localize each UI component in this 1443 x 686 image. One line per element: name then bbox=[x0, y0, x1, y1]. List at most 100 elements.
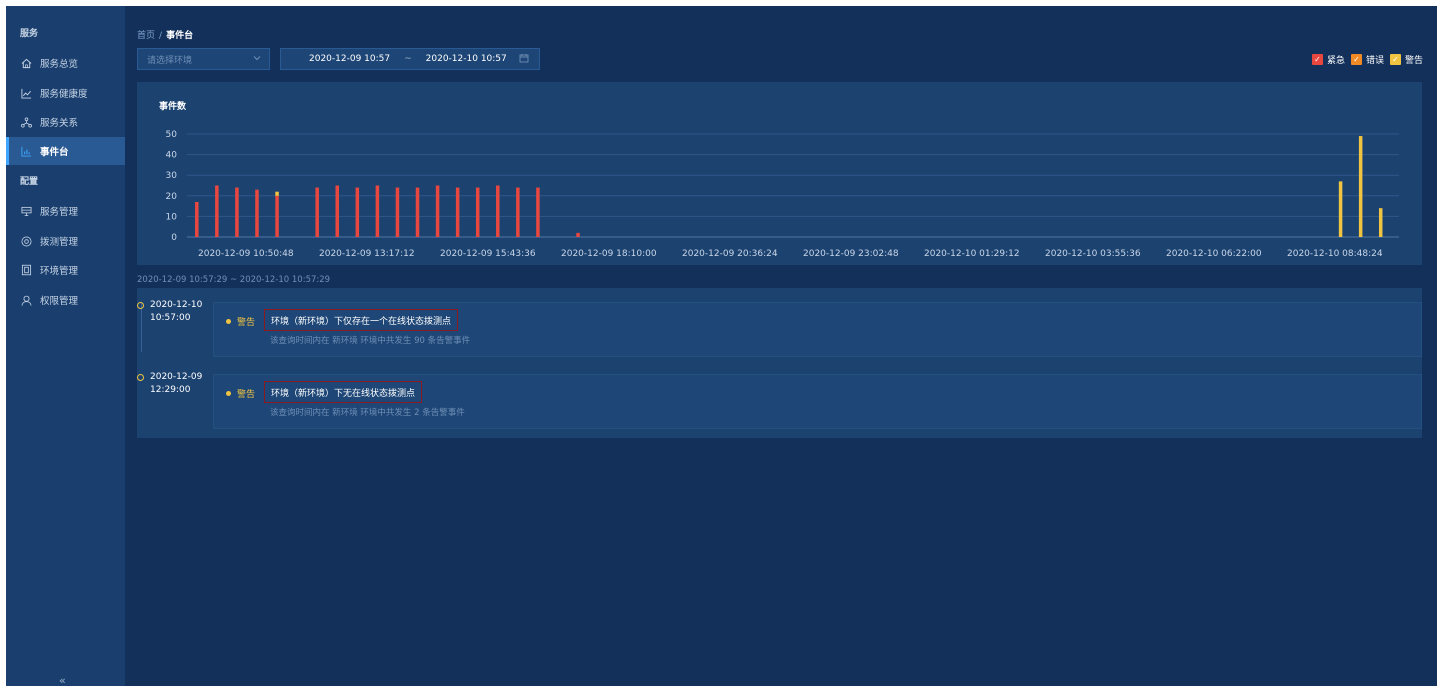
x-tick-label: 2020-12-09 23:02:48 bbox=[803, 249, 899, 259]
environment-select[interactable]: 请选择环境 bbox=[137, 48, 270, 70]
sidebar-item-service-management[interactable]: 服务管理 bbox=[6, 197, 125, 225]
y-tick-label: 50 bbox=[166, 130, 178, 140]
event-timestamp: 2020-12-10 10:57:00 bbox=[150, 299, 202, 325]
line-chart-icon bbox=[20, 87, 32, 99]
bar bbox=[415, 187, 420, 237]
event-time: 10:57:00 bbox=[150, 313, 191, 323]
bar bbox=[576, 232, 580, 237]
sidebar-item-label: 环境管理 bbox=[40, 266, 79, 277]
warning-dot-icon bbox=[226, 391, 231, 396]
bar bbox=[475, 187, 480, 237]
date-range-start[interactable]: 2020-12-09 10:57 bbox=[309, 54, 390, 64]
checkbox-checked-icon[interactable]: ✓ bbox=[1389, 54, 1401, 65]
calendar-icon[interactable] bbox=[519, 53, 529, 63]
bar bbox=[195, 201, 199, 237]
x-tick-label: 2020-12-09 18:10:00 bbox=[561, 249, 657, 259]
breadcrumb: 首页 / 事件台 bbox=[137, 28, 193, 41]
environment-icon bbox=[20, 264, 32, 276]
bar bbox=[255, 189, 259, 237]
event-title[interactable]: 环境（新环境）下仅存在一个在线状态拨测点 bbox=[264, 309, 459, 331]
sidebar: 服务 服务总览 服务健康度 服务关系 事件台 配置 服务管理 拨测管理 环境管理… bbox=[6, 6, 125, 686]
event-chart-panel: 事件数 0 10 20 30 40 50 2020-12-09 10:50:48 2020-1… bbox=[137, 82, 1422, 265]
event-card[interactable]: 警告 环境（新环境）下无在线状态拨测点 该查询时间内在 新环境 环境中共发生 2… bbox=[213, 374, 1422, 429]
x-tick-label: 2020-12-10 01:29:12 bbox=[924, 249, 1020, 259]
timeline-dot-icon bbox=[137, 374, 144, 381]
sidebar-item-service-relations[interactable]: 服务关系 bbox=[6, 108, 125, 136]
event-level-label: 警告 bbox=[237, 390, 256, 400]
sidebar-item-permission-management[interactable]: 权限管理 bbox=[6, 286, 125, 314]
bar bbox=[375, 185, 380, 237]
sidebar-section-service: 服务 bbox=[20, 29, 39, 39]
event-level: 警告 bbox=[226, 315, 255, 328]
home-icon bbox=[20, 57, 32, 69]
event-title[interactable]: 环境（新环境）下无在线状态拨测点 bbox=[264, 381, 423, 403]
bar-warning bbox=[275, 191, 279, 196]
bar bbox=[335, 185, 339, 237]
x-tick-label: 2020-12-10 03:55:36 bbox=[1045, 249, 1141, 259]
event-timestamp: 2020-12-09 12:29:00 bbox=[150, 371, 202, 397]
y-tick-label: 0 bbox=[171, 233, 177, 243]
bar bbox=[536, 187, 540, 237]
y-tick-label: 10 bbox=[166, 212, 178, 222]
sidebar-item-environment-management[interactable]: 环境管理 bbox=[6, 256, 125, 284]
x-tick-label: 2020-12-09 15:43:36 bbox=[440, 249, 536, 259]
x-tick-label: 2020-12-09 20:36:24 bbox=[682, 249, 778, 259]
time-range-label: 2020-12-09 10:57:29 ~ 2020-12-10 10:57:2… bbox=[137, 275, 331, 285]
legend-label: 警告 bbox=[1404, 56, 1423, 66]
legend-label: 错误 bbox=[1365, 56, 1384, 66]
warning-dot-icon bbox=[226, 319, 231, 324]
event-date: 2020-12-09 bbox=[150, 372, 203, 382]
x-tick-label: 2020-12-10 08:48:24 bbox=[1287, 249, 1383, 259]
event-level-label: 警告 bbox=[237, 318, 256, 328]
date-range-separator: ~ bbox=[404, 54, 412, 64]
event-count-chart: 0 10 20 30 40 50 2020-12-09 10:50:48 2020-12-09… bbox=[166, 130, 1399, 259]
event-description: 该查询时间内在 新环境 环境中共发生 2 条告警事件 bbox=[270, 408, 465, 418]
app-frame: 服务 服务总览 服务健康度 服务关系 事件台 配置 服务管理 拨测管理 环境管理… bbox=[6, 6, 1437, 686]
date-range-end[interactable]: 2020-12-10 10:57 bbox=[426, 54, 507, 64]
bar bbox=[1338, 181, 1343, 237]
breadcrumb-separator: / bbox=[159, 31, 163, 41]
breadcrumb-home[interactable]: 首页 bbox=[137, 31, 155, 41]
topology-icon bbox=[20, 116, 32, 128]
checkbox-checked-icon[interactable]: ✓ bbox=[1350, 54, 1362, 65]
date-range-picker[interactable]: 2020-12-09 10:57 ~ 2020-12-10 10:57 bbox=[280, 48, 540, 70]
collapse-sidebar-button[interactable]: « bbox=[59, 674, 66, 686]
sidebar-item-service-health[interactable]: 服务健康度 bbox=[6, 79, 125, 107]
sidebar-item-label: 服务关系 bbox=[40, 118, 79, 129]
bar bbox=[215, 185, 219, 237]
bar-chart-icon bbox=[20, 145, 32, 157]
event-item: 2020-12-10 10:57:00 警告 环境（新环境）下仅存在一个在线状态… bbox=[137, 299, 1422, 357]
event-time: 12:29:00 bbox=[150, 385, 191, 395]
bar bbox=[235, 187, 239, 237]
legend-item-warning[interactable]: ✓ 警告 bbox=[1389, 53, 1423, 66]
sidebar-item-service-overview[interactable]: 服务总览 bbox=[6, 49, 125, 77]
sidebar-item-probe-management[interactable]: 拨测管理 bbox=[6, 227, 125, 255]
checkbox-checked-icon[interactable]: ✓ bbox=[1311, 54, 1323, 65]
bar bbox=[1358, 136, 1363, 237]
event-item: 2020-12-09 12:29:00 警告 环境（新环境）下无在线状态拨测点 … bbox=[137, 371, 1422, 429]
bar bbox=[315, 187, 319, 237]
breadcrumb-current: 事件台 bbox=[166, 31, 194, 41]
event-description: 该查询时间内在 新环境 环境中共发生 90 条告警事件 bbox=[270, 336, 471, 346]
user-icon bbox=[20, 294, 32, 306]
legend-item-urgent[interactable]: ✓ 紧急 bbox=[1311, 53, 1345, 66]
sidebar-item-label: 事件台 bbox=[40, 147, 69, 158]
bar bbox=[1378, 208, 1383, 237]
event-level: 警告 bbox=[226, 387, 255, 400]
y-tick-label: 40 bbox=[166, 151, 178, 161]
event-date: 2020-12-10 bbox=[150, 300, 203, 310]
probe-icon bbox=[20, 235, 32, 247]
sidebar-item-label: 服务管理 bbox=[40, 207, 79, 218]
sidebar-item-label: 服务健康度 bbox=[40, 89, 88, 100]
legend-item-error[interactable]: ✓ 错误 bbox=[1350, 53, 1384, 66]
bar bbox=[496, 185, 500, 237]
environment-select-placeholder: 请选择环境 bbox=[147, 55, 193, 66]
event-card[interactable]: 警告 环境（新环境）下仅存在一个在线状态拨测点 该查询时间内在 新环境 环境中共… bbox=[213, 302, 1422, 357]
sidebar-item-label: 拨测管理 bbox=[40, 237, 79, 248]
legend-label: 紧急 bbox=[1326, 56, 1345, 66]
x-tick-label: 2020-12-09 10:50:48 bbox=[198, 249, 294, 259]
severity-legend: ✓ 紧急 ✓ 错误 ✓ 警告 bbox=[1311, 53, 1423, 66]
bar bbox=[455, 187, 460, 237]
sidebar-item-event-console[interactable]: 事件台 bbox=[6, 137, 125, 165]
timeline-dot-icon bbox=[137, 302, 144, 309]
